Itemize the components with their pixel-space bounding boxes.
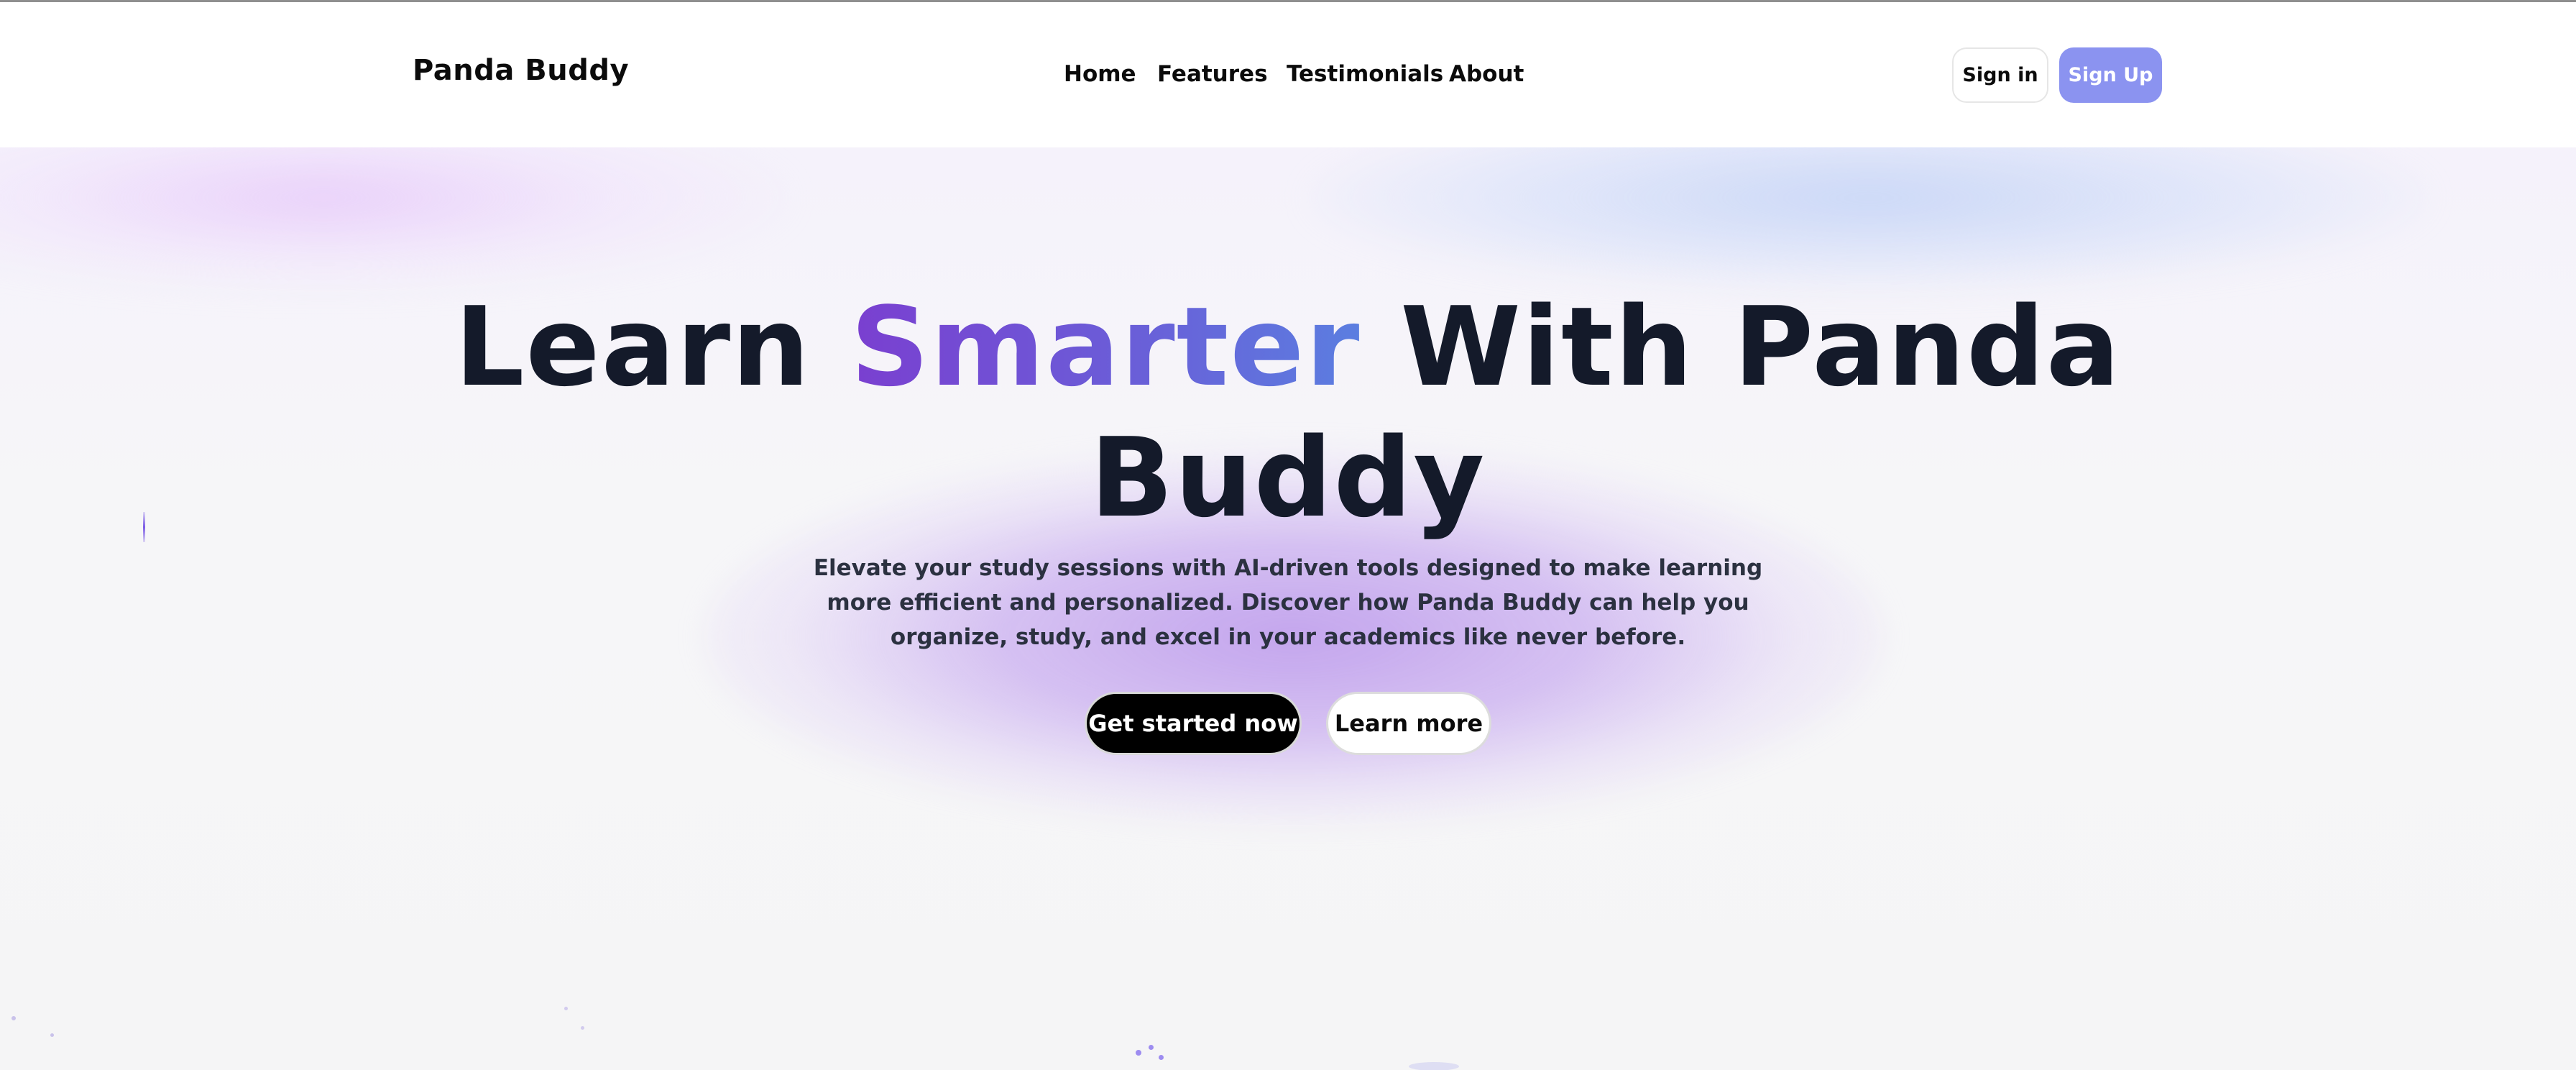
sign-in-button[interactable]: Sign in xyxy=(1952,47,2048,103)
decorative-dot xyxy=(1149,1045,1154,1050)
background-glow-right xyxy=(1308,147,2429,291)
learn-more-button[interactable]: Learn more xyxy=(1326,692,1491,755)
nav-link-features[interactable]: Features xyxy=(1157,61,1268,87)
main-nav: Home Features Testimonials About xyxy=(0,61,2576,90)
hero-title: Learn Smarter With Panda Buddy xyxy=(0,282,2576,544)
hero-title-text: Learn xyxy=(454,283,851,411)
background-glow-left xyxy=(0,147,791,291)
decorative-dot xyxy=(50,1033,54,1037)
decorative-dot xyxy=(564,1007,568,1010)
decorative-dot xyxy=(1159,1055,1164,1060)
hero-title-text: With Panda xyxy=(1361,283,2122,411)
site-header: Panda Buddy Home Features Testimonials A… xyxy=(0,2,2576,147)
decorative-dot xyxy=(12,1016,16,1020)
nav-link-about[interactable]: About xyxy=(1449,61,1524,87)
nav-link-home[interactable]: Home xyxy=(1064,61,1136,87)
nav-link-testimonials[interactable]: Testimonials xyxy=(1287,61,1443,87)
sign-up-button[interactable]: Sign Up xyxy=(2059,47,2162,103)
get-started-button[interactable]: Get started now xyxy=(1085,692,1302,755)
hero-title-line-1: Learn Smarter With Panda xyxy=(0,282,2576,413)
decorative-dot xyxy=(581,1026,584,1030)
hero-title-highlight: Smarter xyxy=(850,283,1361,411)
decorative-dot xyxy=(1136,1050,1141,1056)
hero-description: Elevate your study sessions with AI-driv… xyxy=(813,555,1763,650)
decorative-dot xyxy=(1409,1062,1459,1070)
hero-title-line-2: Buddy xyxy=(1090,413,1486,541)
